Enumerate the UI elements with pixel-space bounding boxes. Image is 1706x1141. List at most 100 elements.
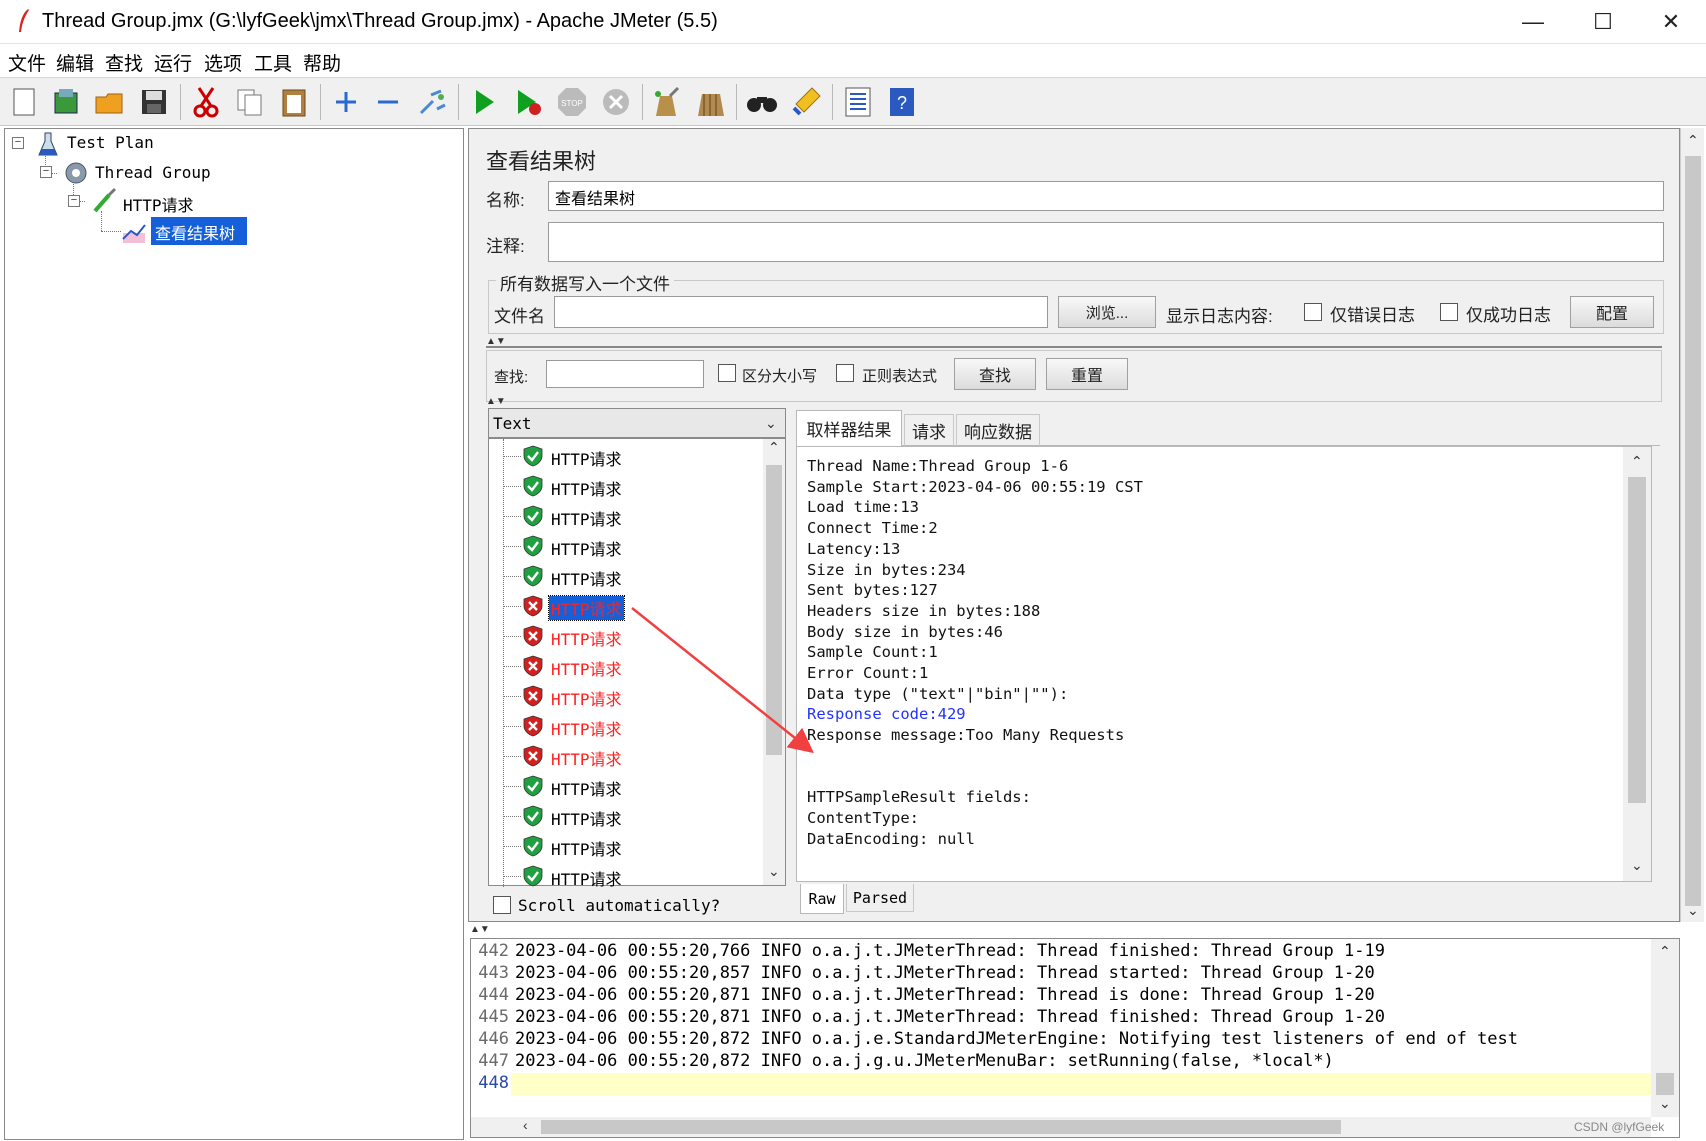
scroll-thumb[interactable]	[541, 1120, 1341, 1134]
menu-edit[interactable]: 编辑	[56, 49, 94, 76]
result-item[interactable]: HTTP请求	[551, 626, 622, 650]
scroll-down-icon[interactable]: ⌄	[1631, 857, 1643, 874]
error-shield-icon	[523, 745, 543, 767]
name-field[interactable]: 查看结果树	[548, 181, 1664, 211]
clear-icon[interactable]	[648, 84, 684, 120]
shutdown-icon[interactable]	[598, 84, 634, 120]
reset-search-icon[interactable]	[788, 84, 824, 120]
tree-node-http-request[interactable]: HTTP请求	[123, 192, 194, 216]
splitter-arrows[interactable]: ▲▼	[470, 924, 490, 935]
tree-node-selected[interactable]: 查看结果树	[151, 217, 247, 245]
filename-label: 文件名	[494, 307, 545, 326]
start-icon[interactable]	[466, 84, 502, 120]
menu-help[interactable]: 帮助	[303, 49, 341, 76]
browse-button[interactable]: 浏览...	[1058, 296, 1156, 328]
collapse-toggle[interactable]: −	[40, 166, 52, 178]
save-icon[interactable]	[136, 84, 172, 120]
result-item[interactable]: HTTP请求	[551, 866, 622, 890]
templates-icon[interactable]	[48, 84, 84, 120]
result-item[interactable]: HTTP请求	[551, 476, 622, 500]
scroll-left-icon[interactable]: ‹	[523, 1117, 528, 1133]
close-button[interactable]: ✕	[1636, 0, 1706, 44]
tab-sampler-result[interactable]: 取样器结果	[796, 410, 902, 446]
scroll-down-icon[interactable]: ⌄	[1687, 902, 1699, 919]
menu-options[interactable]: 选项	[204, 49, 242, 76]
splitter[interactable]	[486, 346, 1662, 348]
expand-icon[interactable]	[328, 84, 364, 120]
minimize-button[interactable]: —	[1498, 0, 1568, 44]
success-only-checkbox[interactable]	[1440, 303, 1458, 321]
help-icon[interactable]: ?	[884, 84, 920, 120]
search-icon[interactable]	[744, 84, 780, 120]
clear-all-icon[interactable]	[692, 84, 728, 120]
copy-icon[interactable]	[232, 84, 268, 120]
errors-only-checkbox[interactable]	[1304, 303, 1322, 321]
filename-field[interactable]	[554, 296, 1048, 328]
collapse-icon[interactable]	[370, 84, 406, 120]
tab-parsed[interactable]: Parsed	[846, 884, 914, 912]
result-item[interactable]: HTTP请求	[551, 536, 622, 560]
result-item[interactable]: HTTP请求	[551, 506, 622, 530]
open-icon[interactable]	[92, 84, 128, 120]
splitter-arrows[interactable]: ▲▼	[486, 396, 506, 407]
result-item[interactable]: HTTP请求	[551, 806, 622, 830]
paste-icon[interactable]	[276, 84, 312, 120]
scroll-up-icon[interactable]: ⌃	[768, 439, 780, 456]
search-button[interactable]: 查找	[954, 358, 1036, 390]
result-item[interactable]: HTTP请求	[548, 595, 625, 621]
result-item[interactable]: HTTP请求	[551, 716, 622, 740]
reset-button[interactable]: 重置	[1046, 358, 1128, 390]
tree-node-test-plan[interactable]: Test Plan	[67, 133, 154, 152]
maximize-button[interactable]: ☐	[1568, 0, 1638, 44]
result-detail-line: Data type ("text"|"bin"|""):	[807, 684, 1069, 703]
result-item[interactable]: HTTP请求	[551, 446, 622, 470]
regex-checkbox[interactable]	[836, 364, 854, 382]
collapse-toggle[interactable]: −	[12, 137, 24, 149]
log-viewer[interactable]: 442 2023-04-06 00:55:20,766 INFO o.a.j.t.…	[470, 938, 1680, 1138]
scroll-up-icon[interactable]: ⌃	[1687, 132, 1699, 149]
result-item[interactable]: HTTP请求	[551, 776, 622, 800]
scroll-up-icon[interactable]: ⌃	[1631, 453, 1643, 470]
start-no-pause-icon[interactable]	[510, 84, 546, 120]
result-item[interactable]: HTTP请求	[551, 566, 622, 590]
collapse-toggle[interactable]: −	[68, 195, 80, 207]
panel-scrollbar[interactable]: ⌃ ⌄	[1680, 128, 1704, 922]
scroll-thumb[interactable]	[1628, 477, 1646, 803]
log-hscrollbar[interactable]: ‹	[471, 1117, 1651, 1137]
sampler-result-text[interactable]: Thread Name:Thread Group 1-6 Sample Start…	[796, 446, 1652, 882]
tab-raw[interactable]: Raw	[800, 884, 844, 914]
tab-response-data[interactable]: 响应数据	[956, 414, 1040, 446]
result-item[interactable]: HTTP请求	[551, 836, 622, 860]
search-input[interactable]	[546, 360, 704, 388]
renderer-select[interactable]: Text ⌄	[488, 408, 786, 438]
result-detail-line: Response code:429	[807, 705, 966, 724]
comment-field[interactable]	[548, 222, 1664, 262]
tab-request[interactable]: 请求	[904, 414, 954, 446]
scroll-down-icon[interactable]: ⌄	[768, 863, 780, 880]
scroll-down-icon[interactable]: ⌄	[1659, 1095, 1671, 1112]
stop-icon[interactable]: STOP	[554, 84, 590, 120]
tree-node-thread-group[interactable]: Thread Group	[95, 163, 211, 182]
menu-run[interactable]: 运行	[154, 49, 192, 76]
scroll-auto-label: Scroll automatically?	[518, 896, 721, 915]
scroll-thumb[interactable]	[1685, 156, 1701, 906]
scroll-thumb[interactable]	[1656, 1073, 1674, 1095]
cut-icon[interactable]	[188, 84, 224, 120]
configure-button[interactable]: 配置	[1570, 296, 1654, 328]
scroll-auto-checkbox[interactable]	[493, 896, 511, 914]
result-item[interactable]: HTTP请求	[551, 746, 622, 770]
detail-scrollbar[interactable]: ⌃ ⌄	[1623, 447, 1651, 881]
scroll-up-icon[interactable]: ⌃	[1659, 943, 1671, 960]
function-helper-icon[interactable]	[840, 84, 876, 120]
menu-tools[interactable]: 工具	[254, 49, 292, 76]
log-scrollbar[interactable]: ⌃ ⌄	[1651, 939, 1679, 1117]
result-item[interactable]: HTTP请求	[551, 686, 622, 710]
case-sensitive-checkbox[interactable]	[718, 364, 736, 382]
toggle-icon[interactable]	[414, 84, 450, 120]
new-icon[interactable]	[6, 84, 42, 120]
result-item[interactable]: HTTP请求	[551, 656, 622, 680]
log-line: 2023-04-06 00:55:20,872 INFO o.a.j.g.u.J…	[515, 1051, 1334, 1071]
menu-search[interactable]: 查找	[105, 49, 143, 76]
success-shield-icon	[523, 505, 543, 527]
menu-file[interactable]: 文件	[8, 49, 46, 76]
